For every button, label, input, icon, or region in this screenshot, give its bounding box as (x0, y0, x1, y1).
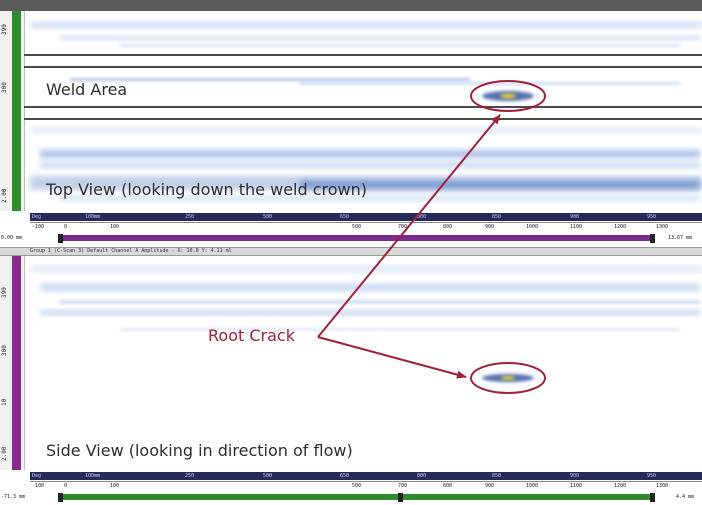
bottom-scan-texture (30, 266, 702, 331)
scan-overlay (30, 22, 702, 394)
weld-defect-side (482, 374, 534, 382)
top-scan-texture (30, 22, 702, 201)
root-crack-label: Root Crack (208, 326, 295, 345)
weld-area-label: Weld Area (46, 80, 128, 99)
top-view-label: Top View (looking down the weld crown) (46, 180, 367, 199)
weld-defect-top (482, 91, 534, 101)
callout-arrow-side (317, 336, 467, 379)
side-view-label: Side View (looking in direction of flow) (46, 441, 353, 460)
